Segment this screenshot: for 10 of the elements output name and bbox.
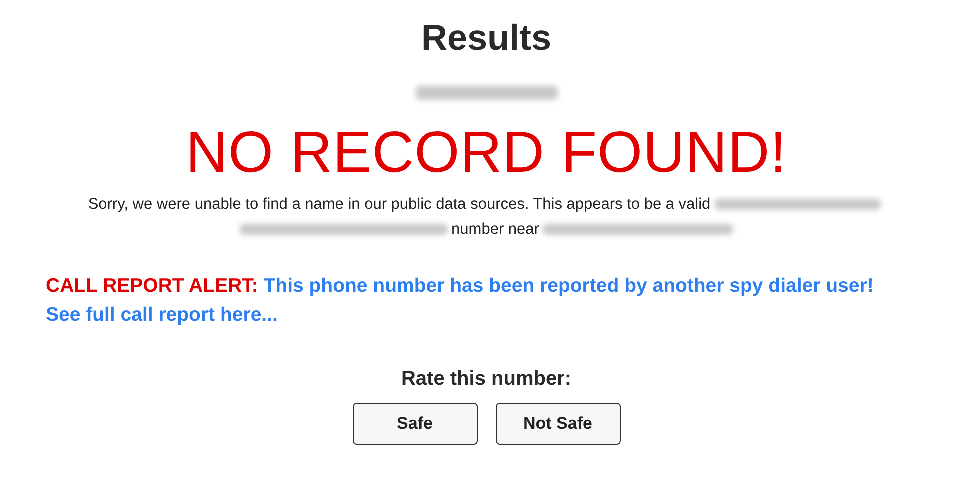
rate-prompt: Rate this number: <box>401 368 572 391</box>
rate-button[interactable]: Safe <box>352 403 478 445</box>
alert-text: This phone number has been reported by another spy dialer user! <box>264 275 874 297</box>
message-text: number near <box>452 221 540 238</box>
rate-button[interactable]: Not Safe <box>496 403 620 445</box>
page-title: Results <box>421 16 552 60</box>
call-report-link[interactable]: See full call report here... <box>46 301 278 330</box>
message-text: Sorry, we were unable to find a name in our public data sources. This appears to be a valid <box>88 196 711 213</box>
no-record-heading: NO RECORD FOUND! <box>186 120 787 186</box>
alert-label: CALL REPORT ALERT: <box>46 275 258 297</box>
